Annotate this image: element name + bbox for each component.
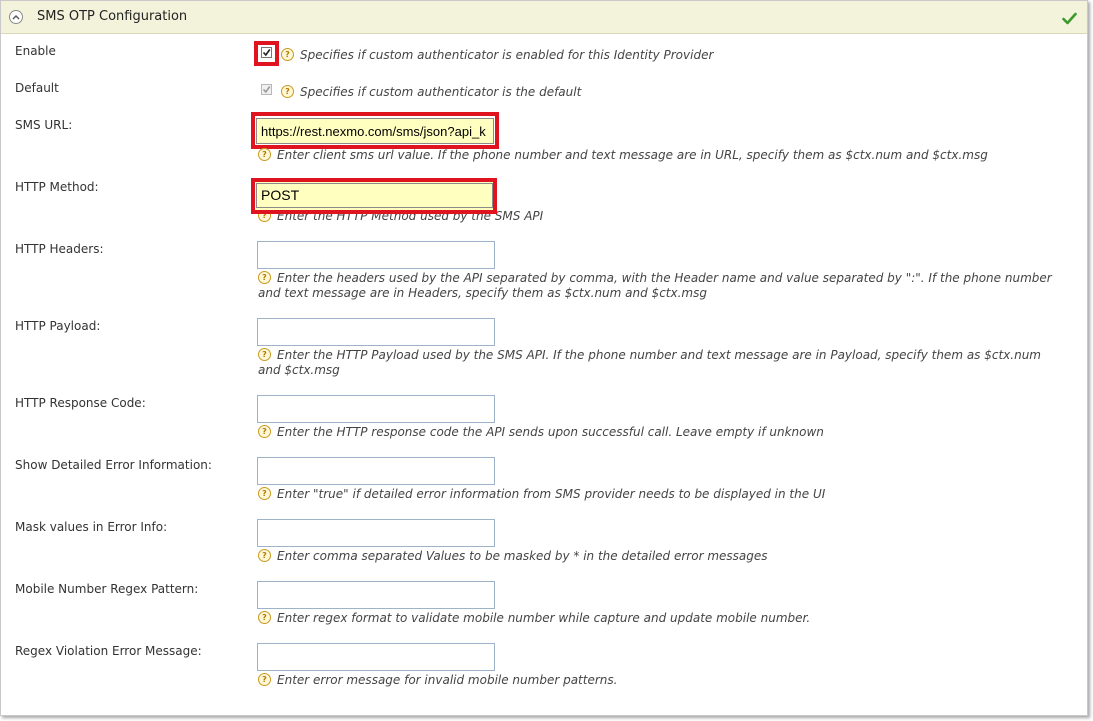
http-response-code-help: ? Enter the HTTP response code the API se… bbox=[258, 425, 824, 440]
panel-header[interactable]: SMS OTP Configuration bbox=[1, 1, 1087, 34]
http-payload-label: HTTP Payload: bbox=[15, 319, 101, 333]
help-icon: ? bbox=[281, 85, 294, 98]
default-label: Default bbox=[15, 81, 59, 95]
enable-checkbox[interactable] bbox=[261, 47, 272, 58]
help-icon: ? bbox=[258, 549, 271, 562]
regex-violation-label: Regex Violation Error Message: bbox=[15, 644, 202, 658]
http-headers-help-text: Enter the headers used by the API separa… bbox=[258, 271, 1052, 300]
default-checkbox[interactable] bbox=[261, 84, 272, 95]
show-detailed-error-input[interactable] bbox=[257, 457, 495, 485]
http-response-code-input[interactable] bbox=[257, 395, 495, 423]
help-icon: ? bbox=[258, 611, 271, 624]
mask-values-label: Mask values in Error Info: bbox=[15, 520, 168, 534]
regex-violation-help: ? Enter error message for invalid mobile … bbox=[258, 673, 617, 688]
mask-values-input[interactable] bbox=[257, 519, 495, 547]
help-icon: ? bbox=[281, 48, 294, 61]
help-icon: ? bbox=[258, 271, 271, 284]
check-icon bbox=[1062, 10, 1077, 29]
help-icon: ? bbox=[258, 425, 271, 438]
show-detailed-error-label: Show Detailed Error Information: bbox=[15, 458, 212, 472]
http-payload-help-text: Enter the HTTP Payload used by the SMS A… bbox=[258, 348, 1041, 377]
sms-url-label: SMS URL: bbox=[15, 118, 73, 132]
mask-values-help-text: Enter comma separated Values to be maske… bbox=[277, 549, 768, 563]
help-icon: ? bbox=[258, 148, 271, 161]
show-detailed-error-help: ? Enter "true" if detailed error informat… bbox=[258, 487, 825, 502]
checkbox-check-icon bbox=[262, 49, 271, 57]
checkbox-check-icon bbox=[262, 86, 271, 94]
collapse-icon[interactable] bbox=[9, 10, 23, 24]
http-method-label: HTTP Method: bbox=[15, 180, 99, 194]
enable-label: Enable bbox=[15, 44, 56, 58]
help-icon: ? bbox=[258, 348, 271, 361]
help-icon: ? bbox=[258, 673, 271, 686]
default-help: ? Specifies if custom authenticator is th… bbox=[281, 85, 581, 100]
regex-violation-input[interactable] bbox=[257, 643, 495, 671]
http-method-input[interactable]: POST bbox=[256, 183, 493, 208]
regex-violation-help-text: Enter error message for invalid mobile n… bbox=[277, 673, 618, 687]
http-response-code-label: HTTP Response Code: bbox=[15, 396, 146, 410]
http-payload-input[interactable] bbox=[257, 318, 495, 346]
mobile-regex-input[interactable] bbox=[257, 581, 495, 609]
mobile-regex-help-text: Enter regex format to validate mobile nu… bbox=[277, 611, 811, 625]
show-detailed-error-help-text: Enter "true" if detailed error informati… bbox=[277, 487, 826, 501]
mobile-regex-help: ? Enter regex format to validate mobile n… bbox=[258, 611, 810, 626]
panel-title: SMS OTP Configuration bbox=[37, 9, 188, 24]
enable-help-text: Specifies if custom authenticator is ena… bbox=[300, 48, 714, 62]
sms-url-input[interactable]: https://rest.nexmo.com/sms/json?api_k bbox=[256, 118, 494, 144]
sms-url-help: ? Enter client sms url value. If the phon… bbox=[258, 148, 988, 163]
mobile-regex-label: Mobile Number Regex Pattern: bbox=[15, 582, 199, 596]
sms-url-help-text: Enter client sms url value. If the phone… bbox=[277, 148, 988, 162]
http-response-code-help-text: Enter the HTTP response code the API sen… bbox=[277, 425, 824, 439]
http-payload-help: ? Enter the HTTP Payload used by the SMS … bbox=[258, 348, 1058, 378]
http-headers-input[interactable] bbox=[257, 241, 495, 269]
http-headers-label: HTTP Headers: bbox=[15, 242, 104, 256]
http-headers-help: ? Enter the headers used by the API separ… bbox=[258, 271, 1078, 301]
mask-values-help: ? Enter comma separated Values to be mask… bbox=[258, 549, 768, 564]
default-help-text: Specifies if custom authenticator is the… bbox=[300, 85, 582, 99]
sms-otp-configuration-panel: SMS OTP Configuration Enable ? Specifies … bbox=[0, 0, 1088, 716]
help-icon: ? bbox=[258, 487, 271, 500]
enable-help: ? Specifies if custom authenticator is en… bbox=[281, 48, 713, 63]
